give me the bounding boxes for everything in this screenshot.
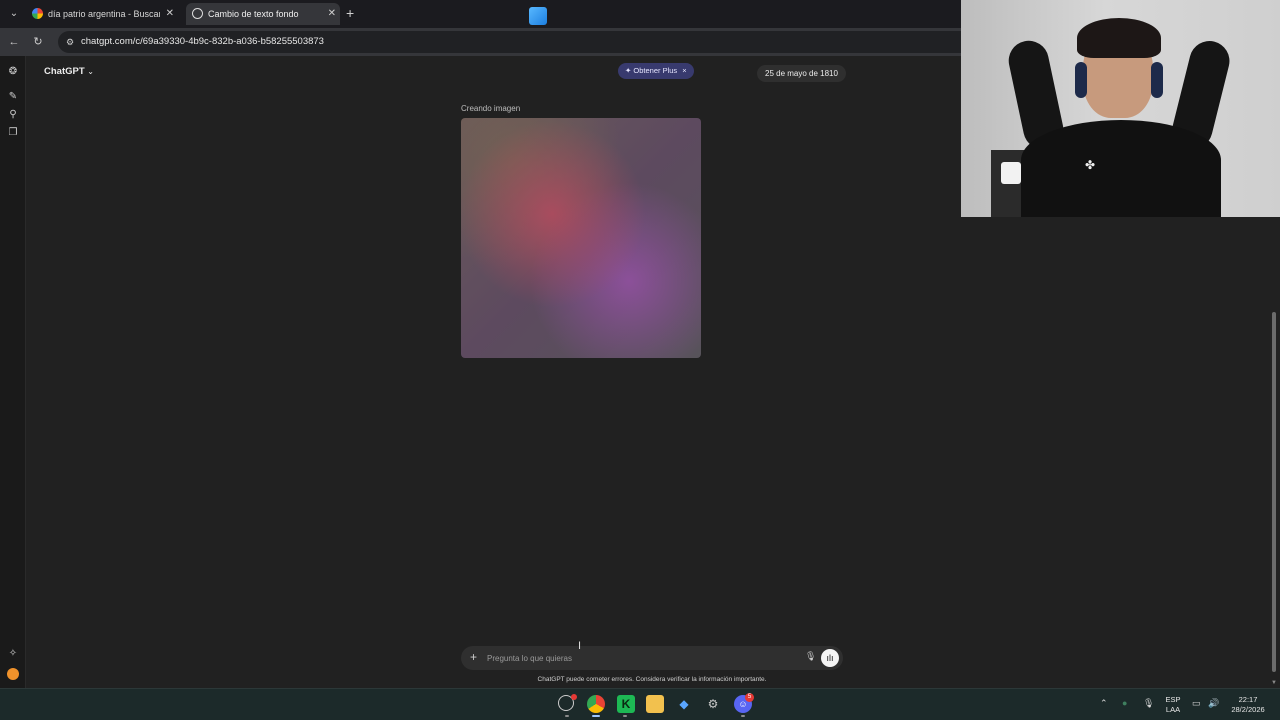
chatgpt-logo-icon[interactable]: ❂ <box>7 66 19 78</box>
add-attachment-icon[interactable]: + <box>470 650 477 664</box>
dismiss-icon[interactable]: × <box>682 66 686 75</box>
text-cursor-icon: I <box>578 640 582 652</box>
webcam-overlay: ✤ <box>961 0 1280 217</box>
microphone-icon[interactable]: 🎙 <box>805 651 816 662</box>
tab-label: día patrio argentina - Buscar co <box>48 9 160 19</box>
running-indicator <box>565 715 569 717</box>
tab-close-icon[interactable]: ✕ <box>166 3 174 25</box>
person-hair <box>1077 18 1161 58</box>
language-code: ESP <box>1165 695 1181 704</box>
headphone-left <box>1075 62 1087 98</box>
tab-label: Cambio de texto fondo <box>208 9 299 19</box>
search-icon[interactable]: ⚲ <box>7 109 19 121</box>
tray-app-icon[interactable]: ● <box>1122 698 1127 708</box>
notification-dot <box>571 694 577 700</box>
composer: + 🎙 ılı <box>461 646 843 670</box>
tab-close-icon[interactable]: ✕ <box>328 3 336 25</box>
scroll-down-icon[interactable]: ▼ <box>1271 680 1277 686</box>
image-status-text: Creando imagen <box>461 104 521 113</box>
tab-chatgpt[interactable]: Cambio de texto fondo ✕ <box>186 3 340 25</box>
person-torso <box>1021 120 1221 217</box>
volume-icon[interactable]: 🔊 <box>1208 698 1219 709</box>
active-app-indicator <box>592 715 600 717</box>
clock[interactable]: 22:17 28/2/2026 <box>1226 695 1270 715</box>
library-icon[interactable]: ❐ <box>7 127 19 139</box>
tray-overflow-icon[interactable]: ⌃ <box>1100 698 1108 709</box>
tab-search-chevron-icon[interactable]: ⌄ <box>6 6 22 22</box>
shirt-logo-icon: ✤ <box>1084 158 1096 172</box>
taskbar <box>0 688 1280 720</box>
running-indicator <box>741 715 745 717</box>
get-plus-button[interactable]: ✦ Obtener Plus × <box>618 63 694 79</box>
clock-time: 22:17 <box>1238 695 1258 704</box>
tray-mic-icon[interactable]: 🎙 <box>1143 698 1154 709</box>
model-name: ChatGPT <box>44 66 85 77</box>
disclaimer-text: ChatGPT puede cometer errores. Considera… <box>537 676 767 683</box>
chrome-icon[interactable] <box>587 695 605 713</box>
new-tab-button[interactable]: + <box>346 5 354 21</box>
language-indicator[interactable]: ESP LAA <box>1163 695 1183 715</box>
sparkle-icon[interactable]: ✧ <box>7 648 19 660</box>
network-icon[interactable]: ▭ <box>1192 698 1201 709</box>
model-selector[interactable]: ChatGPT ⌄ <box>44 66 94 77</box>
plus-star-icon: ✦ <box>625 66 632 75</box>
reload-icon[interactable]: ↻ <box>30 34 46 50</box>
new-chat-icon[interactable]: ✎ <box>7 91 19 103</box>
avatar[interactable] <box>7 668 19 680</box>
prompt-input[interactable] <box>487 650 797 666</box>
tab-google-search[interactable]: día patrio argentina - Buscar co ✕ <box>26 3 178 25</box>
omnibox[interactable]: ⚙ chatgpt.com/c/69a39330-4b9c-832b-a036-… <box>58 31 1058 53</box>
generating-image-placeholder <box>461 118 701 358</box>
google-g-icon <box>32 8 43 19</box>
app-icon[interactable]: K <box>617 695 635 713</box>
clock-date: 28/2/2026 <box>1231 705 1265 714</box>
url-text[interactable]: chatgpt.com/c/69a39330-4b9c-832b-a036-b5… <box>81 31 324 53</box>
chatgpt-icon <box>192 8 203 19</box>
site-info-icon[interactable]: ⚙ <box>64 36 76 48</box>
scrollbar-thumb[interactable] <box>1272 312 1276 672</box>
windows-start-icon[interactable] <box>529 7 547 25</box>
get-plus-label: Obtener Plus <box>633 66 678 75</box>
back-arrow-icon[interactable]: ← <box>6 34 22 50</box>
sidebar: ❂ ✎ ⚲ ❐ ✧ <box>0 56 26 688</box>
mug <box>1001 162 1021 184</box>
chevron-down-icon: ⌄ <box>87 67 94 76</box>
settings-gear-icon[interactable]: ⚙ <box>704 695 722 713</box>
file-explorer-icon[interactable] <box>646 695 664 713</box>
running-indicator <box>623 715 627 717</box>
voice-mode-button[interactable]: ılı <box>821 649 839 667</box>
headphone-right <box>1151 62 1163 98</box>
user-message-bubble: 25 de mayo de 1810 <box>757 65 846 82</box>
app-icon[interactable]: ◆ <box>675 695 693 713</box>
keyboard-layout: LAA <box>1165 705 1181 714</box>
discord-badge: 5 <box>745 693 754 702</box>
